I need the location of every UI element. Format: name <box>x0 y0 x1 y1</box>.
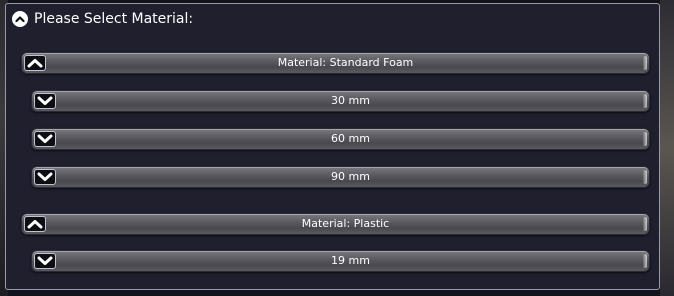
chevron-down-icon[interactable] <box>34 93 56 109</box>
thickness-row-60mm[interactable]: 60 mm <box>31 128 650 150</box>
material-label: Material: Standard Foam <box>277 56 414 69</box>
chevron-down-icon[interactable] <box>34 169 56 185</box>
chevron-up-icon[interactable] <box>24 55 46 71</box>
material-label: Material: Plastic <box>301 217 390 230</box>
panel-header[interactable]: Please Select Material: <box>12 10 193 28</box>
thickness-row-30mm[interactable]: 30 mm <box>31 90 650 112</box>
chevron-down-icon[interactable] <box>34 131 56 147</box>
thickness-label: 19 mm <box>331 254 370 267</box>
thickness-row-90mm[interactable]: 90 mm <box>31 166 650 188</box>
material-selection-panel: Please Select Material: Material: Standa… <box>5 3 660 290</box>
thickness-label: 60 mm <box>331 132 370 145</box>
chevron-down-icon[interactable] <box>34 253 56 269</box>
thickness-label: 30 mm <box>331 94 370 107</box>
material-row-plastic[interactable]: Material: Plastic <box>21 213 650 235</box>
chevron-up-icon[interactable] <box>24 216 46 232</box>
thickness-row-19mm[interactable]: 19 mm <box>31 250 650 272</box>
material-row-standard-foam[interactable]: Material: Standard Foam <box>21 52 650 74</box>
chevron-up-circle-icon[interactable] <box>12 11 28 27</box>
background-edge-right <box>660 0 674 296</box>
thickness-label: 90 mm <box>331 170 370 183</box>
panel-title: Please Select Material: <box>34 11 194 27</box>
